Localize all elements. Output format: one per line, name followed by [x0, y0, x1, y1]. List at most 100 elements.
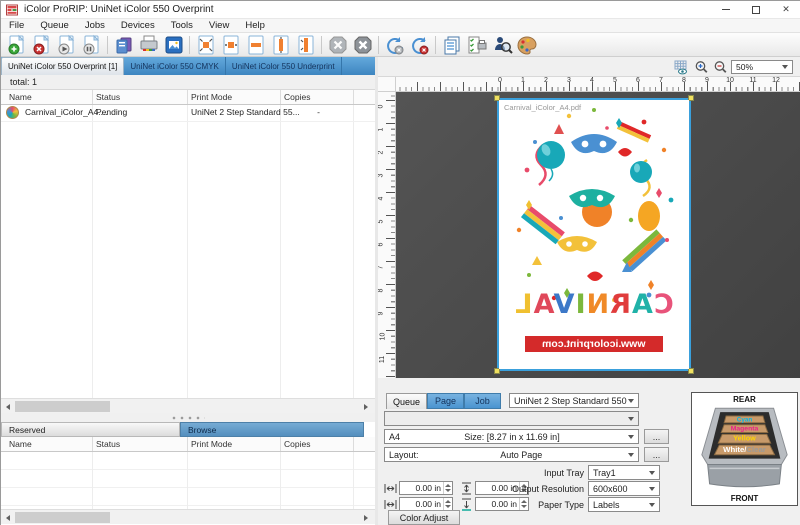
input-tray-select[interactable]: Tray1: [588, 465, 660, 480]
menu-jobs[interactable]: Jobs: [77, 20, 113, 31]
media-select[interactable]: [384, 411, 639, 426]
rerun-job-icon[interactable]: [407, 34, 432, 56]
menu-help[interactable]: Help: [237, 20, 273, 31]
scroll-left-icon[interactable]: [1, 510, 15, 525]
website-banner: www.icolorprint.com: [525, 336, 663, 352]
front-label: FRONT: [692, 494, 797, 503]
column-print-mode[interactable]: Print Mode: [191, 92, 232, 102]
chevron-down-icon: [649, 487, 655, 491]
job-copies: -: [284, 107, 353, 117]
maximize-button[interactable]: [741, 1, 771, 19]
tab-page[interactable]: Page: [427, 393, 464, 409]
preview-page[interactable]: Carnival_iColor_A4.pdf CARNIVAL www.icol…: [499, 100, 689, 369]
printer-diagram-panel: REAR Cyan Magenta Yellow White/Clear FRO…: [691, 392, 798, 506]
duplicate-job-icon[interactable]: [111, 34, 136, 56]
output-resolution-label: Output Resolution: [512, 484, 584, 494]
margin-right-input[interactable]: 0.00 in: [399, 497, 453, 511]
lower-tabs: Reserved Browse: [1, 422, 375, 437]
column-print-mode[interactable]: Print Mode: [191, 439, 232, 449]
column-copies[interactable]: Copies: [284, 92, 310, 102]
job-table-hscrollbar[interactable]: [1, 398, 375, 413]
chevron-down-icon: [628, 435, 634, 439]
grid-toggle-icon[interactable]: [672, 59, 689, 75]
close-icon: ✕: [782, 5, 790, 14]
scroll-left-icon[interactable]: [1, 399, 15, 414]
menu-file[interactable]: File: [1, 20, 32, 31]
minimize-icon: [722, 9, 730, 10]
hold-job-icon[interactable]: [79, 34, 104, 56]
preview-canvas[interactable]: Carnival_iColor_A4.pdf CARNIVAL www.icol…: [396, 92, 800, 378]
toolbar-separator: [321, 36, 322, 54]
margin-bottom-input[interactable]: 0.00 in: [475, 497, 529, 511]
main-toolbar: [1, 33, 800, 57]
scale-page-icon[interactable]: [293, 34, 318, 56]
chevron-down-icon: [649, 503, 655, 507]
layout-more-button[interactable]: ...: [644, 447, 669, 462]
abort-job-icon[interactable]: [325, 34, 350, 56]
paper-type-select[interactable]: Labels: [588, 497, 660, 512]
center-page-icon[interactable]: [218, 34, 243, 56]
scroll-right-icon[interactable]: [359, 510, 373, 525]
menu-devices[interactable]: Devices: [113, 20, 163, 31]
tab-browse[interactable]: Browse: [180, 422, 364, 437]
restart-job-icon[interactable]: [382, 34, 407, 56]
total-jobs-label: total: 1: [1, 75, 375, 90]
tab-overprint[interactable]: UniNet iColor 550 Overprint [1]: [1, 57, 124, 75]
color-adjust-button[interactable]: Color Adjust: [388, 510, 460, 525]
job-list-icon[interactable]: [439, 34, 464, 56]
chevron-down-icon: [649, 471, 655, 475]
paper-profile-select[interactable]: UniNet 2 Step Standard 550 Paper: [509, 393, 639, 408]
page-filename-label: Carnival_iColor_A4.pdf: [504, 103, 581, 112]
column-status[interactable]: Status: [96, 92, 120, 102]
zoom-level-select[interactable]: 50%: [731, 60, 793, 74]
job-info-icon[interactable]: [489, 34, 514, 56]
output-resolution-select[interactable]: 600x600: [588, 481, 660, 496]
add-job-icon[interactable]: [4, 34, 29, 56]
scrollbar-thumb[interactable]: [15, 401, 110, 412]
size-value: Size: [8.27 in x 11.69 in]: [464, 432, 563, 442]
spinner-icon[interactable]: [443, 482, 452, 494]
close-button[interactable]: ✕: [771, 1, 800, 19]
layout-select[interactable]: Layout: Auto Page: [384, 447, 639, 462]
tab-underprint[interactable]: UniNet iColor 550 Underprint: [226, 57, 342, 75]
page-size-select[interactable]: A4 Size: [8.27 in x 11.69 in]: [384, 429, 639, 444]
minimize-button[interactable]: [711, 1, 741, 19]
column-copies[interactable]: Copies: [284, 439, 310, 449]
zoom-in-icon[interactable]: [693, 59, 710, 75]
fit-height-icon[interactable]: [268, 34, 293, 56]
color-palette-icon[interactable]: [514, 34, 539, 56]
zoom-out-icon[interactable]: [712, 59, 729, 75]
print-icon[interactable]: [136, 34, 161, 56]
lower-table-hscrollbar[interactable]: [1, 509, 375, 524]
fit-to-page-icon[interactable]: [193, 34, 218, 56]
spinner-icon[interactable]: [519, 498, 528, 510]
tab-queue[interactable]: Queue: [386, 393, 427, 409]
scrollbar-thumb[interactable]: [15, 512, 110, 523]
stop-all-icon[interactable]: [350, 34, 375, 56]
column-name[interactable]: Name: [9, 92, 32, 102]
spinner-icon[interactable]: [443, 498, 452, 510]
menu-tools[interactable]: Tools: [163, 20, 201, 31]
tab-reserved[interactable]: Reserved: [1, 422, 180, 437]
column-status[interactable]: Status: [96, 439, 120, 449]
svg-text:Cyan: Cyan: [737, 416, 753, 423]
page-selection[interactable]: Carnival_iColor_A4.pdf CARNIVAL www.icol…: [497, 98, 691, 371]
device-settings-icon[interactable]: [464, 34, 489, 56]
save-image-icon[interactable]: [161, 34, 186, 56]
menu-view[interactable]: View: [201, 20, 237, 31]
panel-splitter[interactable]: [1, 413, 375, 422]
menu-queue[interactable]: Queue: [32, 20, 77, 31]
fit-width-icon[interactable]: [243, 34, 268, 56]
page-size-more-button[interactable]: ...: [644, 429, 669, 444]
chevron-down-icon: [628, 417, 634, 421]
delete-job-icon[interactable]: [29, 34, 54, 56]
column-name[interactable]: Name: [9, 439, 32, 449]
preview-panel: 50% 0 1 2 3 4 5 6 7 8 9 10 11 12 0 1 2 3: [378, 57, 800, 525]
scroll-right-icon[interactable]: [359, 399, 373, 414]
print-job-icon[interactable]: [54, 34, 79, 56]
tab-cmyk[interactable]: UniNet iColor 550 CMYK: [124, 57, 225, 75]
job-row[interactable]: Carnival_iColor_A4.... Pending UniNet 2 …: [1, 105, 375, 122]
ruler-corner: [378, 77, 396, 92]
margin-left-input[interactable]: 0.00 in: [399, 481, 453, 495]
tab-job[interactable]: Job: [464, 393, 501, 409]
